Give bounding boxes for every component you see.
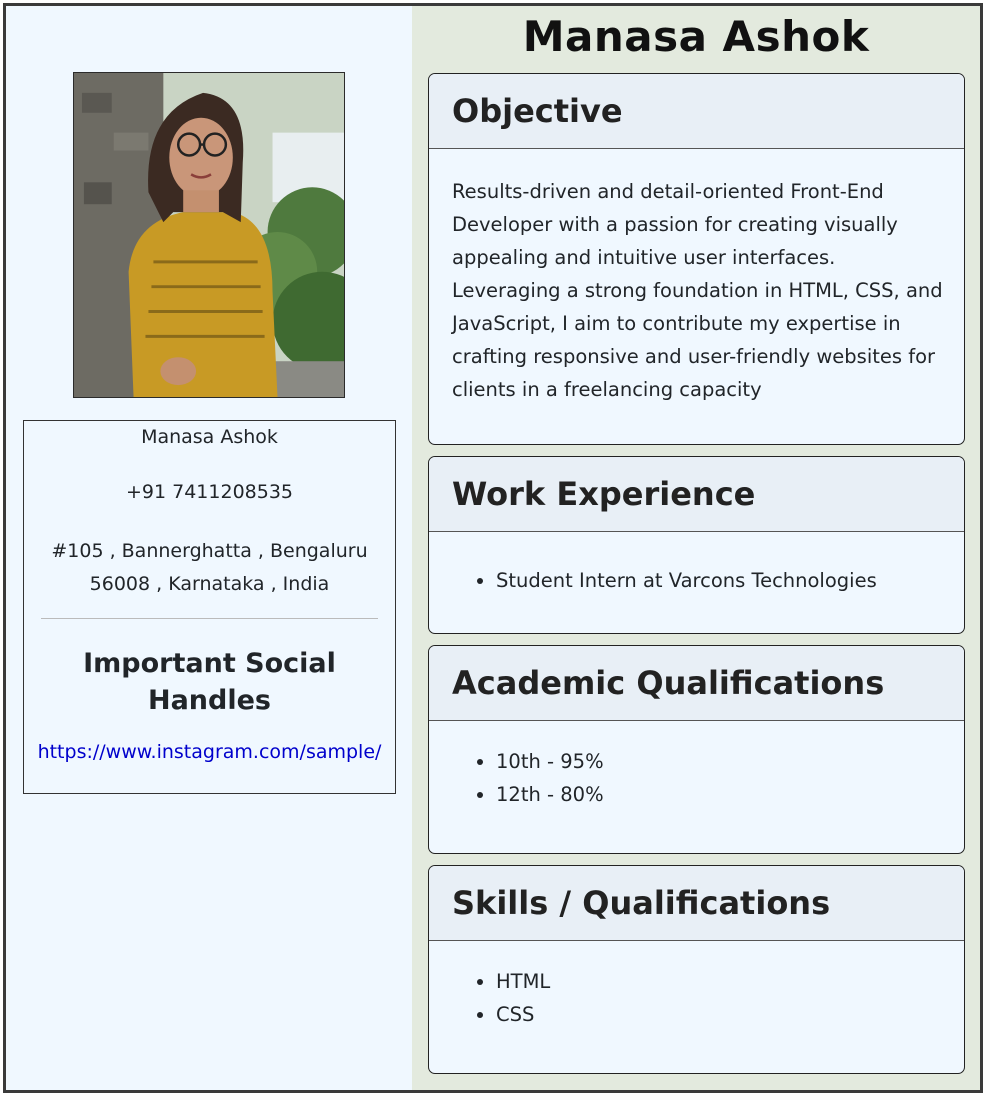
objective-body: Results-driven and detail-oriented Front… [429,149,964,406]
work-experience-header: Work Experience [429,457,964,532]
social-handles-heading: Important Social Handles [83,648,336,716]
work-experience-card: Work Experience Student Intern at Varcon… [428,456,965,634]
objective-header: Objective [429,74,964,149]
skills-title: Skills / Qualifications [452,884,831,922]
page-title: Manasa Ashok [522,12,870,61]
contact-name: Manasa Ashok [141,426,278,448]
contact-address: #105 , Bannerghatta , Bengaluru 56008 , … [51,540,368,595]
academic-body: 10th - 95% 12th - 80% [429,721,964,811]
contact-divider [41,618,378,619]
objective-card: Objective Results-driven and detail-orie… [428,73,965,445]
list-item: HTML [496,965,944,998]
list-item: Student Intern at Varcons Technologies [496,564,944,597]
resume-page: Manasa Ashok +91 7411208535 #105 , Banne… [3,3,983,1093]
profile-photo-image [74,73,344,397]
work-experience-title: Work Experience [452,475,756,513]
contact-phone: +91 7411208535 [125,481,294,503]
contact-card: Manasa Ashok +91 7411208535 #105 , Banne… [23,420,396,794]
skills-body: HTML CSS [429,941,964,1031]
skills-card: Skills / Qualifications HTML CSS [428,865,965,1074]
academic-title: Academic Qualifications [452,664,885,702]
academic-list: 10th - 95% 12th - 80% [452,745,944,811]
objective-text: Results-driven and detail-oriented Front… [452,180,943,401]
work-experience-list: Student Intern at Varcons Technologies [452,564,944,597]
work-experience-body: Student Intern at Varcons Technologies [429,532,964,597]
sidebar: Manasa Ashok +91 7411208535 #105 , Banne… [6,6,412,1090]
list-item: CSS [496,998,944,1031]
skills-header: Skills / Qualifications [429,866,964,941]
list-item: 10th - 95% [496,745,944,778]
profile-photo [73,72,345,398]
academic-card: Academic Qualifications 10th - 95% 12th … [428,645,965,854]
instagram-link[interactable]: https://www.instagram.com/sample/ [24,741,395,763]
main-content: Manasa Ashok Objective Results-driven an… [412,6,980,1090]
list-item: 12th - 80% [496,778,944,811]
academic-header: Academic Qualifications [429,646,964,721]
skills-list: HTML CSS [452,965,944,1031]
objective-title: Objective [452,92,623,130]
